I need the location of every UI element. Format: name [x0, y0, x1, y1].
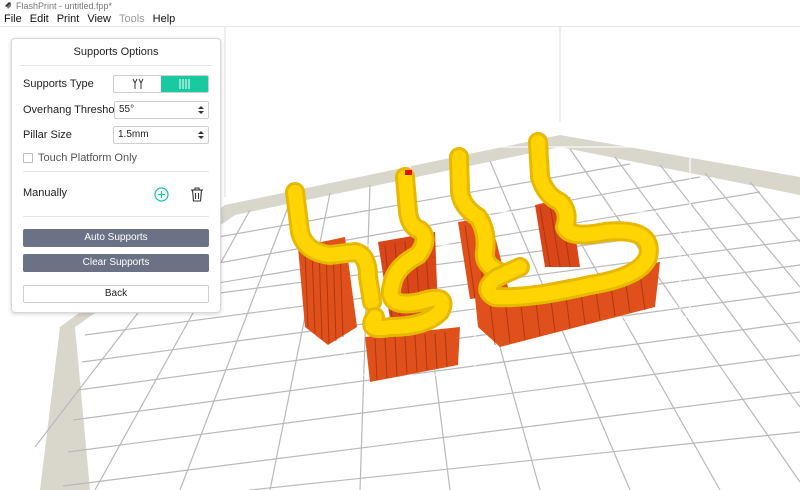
pillar-size-value: 1.5mm — [118, 129, 149, 140]
overhang-threshold-value: 55° — [119, 104, 135, 115]
linear-support-button[interactable] — [161, 76, 209, 92]
add-support-button[interactable] — [153, 186, 169, 202]
menu-edit[interactable]: Edit — [26, 12, 53, 27]
pillar-size-label: Pillar Size — [23, 129, 72, 141]
trash-icon — [191, 186, 203, 202]
linear-support-icon — [179, 79, 190, 89]
tree-support-button[interactable] — [114, 76, 162, 92]
touch-platform-row: Touch Platform Only — [23, 152, 209, 164]
pillar-size-select[interactable]: 1.5mm — [113, 126, 209, 144]
title-bar: FlashPrint - untitled.fpp* — [0, 0, 800, 12]
add-circle-icon — [153, 186, 169, 202]
overhang-threshold-label: Overhang Threshold — [23, 104, 124, 116]
touch-platform-only-label[interactable]: Touch Platform Only — [38, 152, 137, 164]
divider — [23, 216, 209, 217]
supports-type-toggle — [113, 75, 209, 93]
supports-type-row: Supports Type — [23, 75, 209, 93]
overhang-threshold-row: Overhang Threshold 55° — [23, 101, 209, 119]
select-arrows-icon[interactable] — [198, 129, 204, 141]
menu-view[interactable]: View — [83, 12, 115, 27]
menu-print[interactable]: Print — [53, 12, 84, 27]
manually-row: Manually — [23, 187, 209, 199]
window-title: FlashPrint - untitled.fpp* — [16, 1, 113, 11]
pillar-size-row: Pillar Size 1.5mm — [23, 126, 209, 144]
menu-file[interactable]: File — [0, 12, 26, 27]
selection-marker — [405, 170, 412, 175]
touch-platform-only-checkbox[interactable] — [23, 153, 33, 163]
menu-help[interactable]: Help — [149, 12, 180, 27]
auto-supports-button[interactable]: Auto Supports — [23, 229, 209, 247]
flashprint-logo-icon — [5, 2, 11, 9]
panel-title: Supports Options — [20, 39, 212, 66]
tree-support-icon — [132, 78, 143, 89]
spin-arrows-icon[interactable] — [198, 104, 204, 116]
back-button[interactable]: Back — [23, 285, 209, 303]
clear-supports-button[interactable]: Clear Supports — [23, 254, 209, 272]
menu-bar: File Edit Print View Tools Help — [0, 12, 800, 27]
overhang-threshold-spinbox[interactable]: 55° — [114, 101, 209, 119]
menu-tools: Tools — [118, 12, 145, 25]
manually-label: Manually — [23, 187, 68, 199]
delete-support-button[interactable] — [189, 186, 205, 202]
divider — [23, 171, 209, 172]
supports-type-label: Supports Type — [23, 78, 94, 90]
supports-options-panel: Supports Options Supports Type Overhang … — [11, 38, 221, 313]
